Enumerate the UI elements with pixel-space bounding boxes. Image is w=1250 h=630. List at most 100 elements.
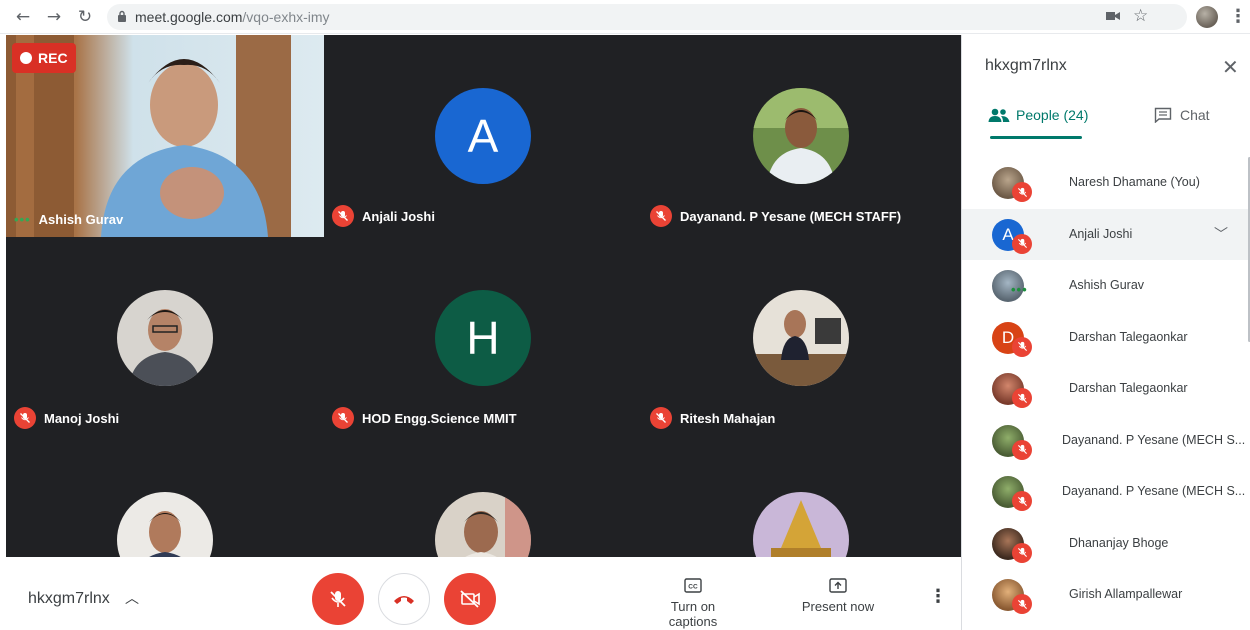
- microphone-toggle-button[interactable]: [312, 573, 364, 625]
- back-arrow-icon[interactable]: ←: [14, 8, 32, 26]
- participant-photo: [753, 492, 849, 557]
- participant-tile[interactable]: Manoj Joshi: [6, 237, 324, 439]
- participant-tile[interactable]: Ritesh Mahajan: [642, 237, 960, 439]
- mic-off-icon: [1012, 542, 1032, 563]
- participant-list-item[interactable]: D Darshan Talegaonkar: [962, 312, 1250, 364]
- participant-list-item[interactable]: Darshan Talegaonkar: [962, 363, 1250, 415]
- leave-call-button[interactable]: [378, 573, 430, 625]
- mic-off-icon: [332, 205, 354, 227]
- present-screen-icon: [829, 578, 847, 593]
- mic-off-icon: [650, 205, 672, 227]
- forward-arrow-icon[interactable]: →: [45, 8, 63, 26]
- meeting-details-button[interactable]: hkxgm7rlnx: [28, 590, 110, 608]
- participant-name-label: Dayanand. P Yesane (MECH STAFF): [650, 205, 901, 227]
- mic-off-icon: [1012, 594, 1032, 614]
- chevron-up-icon[interactable]: ︿: [125, 588, 139, 608]
- close-icon[interactable]: ✕: [1222, 55, 1239, 79]
- participant-tile[interactable]: [6, 439, 324, 557]
- participant-avatar: H: [435, 290, 531, 386]
- participant-avatar: A: [435, 88, 531, 184]
- mic-off-icon: [1012, 233, 1032, 254]
- participant-name-label: HOD Engg.Science MMIT: [332, 407, 517, 429]
- svg-text:CC: CC: [688, 584, 698, 591]
- tab-chat[interactable]: Chat: [1154, 107, 1210, 123]
- lock-icon: [118, 10, 126, 22]
- speaking-indicator-icon: •••: [1011, 282, 1028, 297]
- participants-list: Naresh Dhamane (You) A Anjali Joshi ﹀ ••…: [962, 157, 1250, 621]
- participant-name: HOD Engg.Science MMIT: [362, 410, 517, 426]
- tab-chat-label: Chat: [1180, 107, 1210, 123]
- chat-icon: [1154, 107, 1172, 123]
- participant-photo: [435, 492, 531, 557]
- captions-button[interactable]: CC Turn on captions: [645, 578, 741, 629]
- tab-people[interactable]: People (24): [988, 107, 1088, 123]
- participant-list-item[interactable]: Dayanand. P Yesane (MECH S...: [962, 466, 1250, 518]
- participant-list-item[interactable]: A Anjali Joshi ﹀: [962, 208, 1250, 260]
- recording-dot-icon: [20, 52, 32, 64]
- mic-off-icon: [14, 407, 36, 429]
- participant-photo: [117, 492, 213, 557]
- speaking-indicator-icon: •••: [14, 212, 31, 227]
- participant-name-label: Manoj Joshi: [14, 407, 119, 429]
- participant-name: Dayanand. P Yesane (MECH STAFF): [680, 208, 902, 224]
- participant-name: Darshan Talegaonkar: [1069, 329, 1188, 344]
- participant-name-label: ••• Ashish Gurav: [14, 212, 123, 227]
- participant-name: Ashish Gurav: [1069, 278, 1145, 292]
- participant-name: Naresh Dhamane (You): [1069, 175, 1200, 189]
- mic-off-icon: [1012, 491, 1032, 511]
- chevron-down-icon[interactable]: ﹀: [1214, 224, 1228, 244]
- people-panel: hkxgm7rlnx ✕ People (24) Chat Naresh Dha…: [961, 35, 1250, 630]
- profile-avatar[interactable]: [1196, 6, 1218, 28]
- url-text: meet.google.com/vqo-exhx-imy: [135, 9, 330, 25]
- participant-photo: [753, 88, 849, 184]
- participant-name: Darshan Talegaonkar: [1069, 381, 1188, 395]
- participant-list-item[interactable]: Girish Allampallewar: [962, 569, 1250, 621]
- mic-off-icon: [1012, 439, 1032, 460]
- participant-name: Dayanand. P Yesane (MECH S...: [1062, 484, 1246, 498]
- mic-off-icon: [1012, 182, 1032, 202]
- active-tab-indicator: [990, 136, 1082, 139]
- camera-toggle-button[interactable]: [444, 573, 496, 625]
- meeting-grid: REC ••• Ashish Gurav A Anjali Joshi Daya…: [6, 35, 961, 557]
- meeting-controls-bar: hkxgm7rlnx ︿ CC Turn on captions Present…: [0, 558, 960, 630]
- participant-tile[interactable]: H HOD Engg.Science MMIT: [324, 237, 642, 439]
- participant-name-label: Ritesh Mahajan: [650, 407, 775, 429]
- bookmark-star-icon[interactable]: ☆: [1133, 6, 1148, 26]
- people-icon: [988, 108, 1010, 122]
- participant-name: Dayanand. P Yesane (MECH S...: [1062, 432, 1246, 447]
- participant-tile[interactable]: Dayanand. P Yesane (MECH STAFF): [642, 35, 960, 237]
- participant-list-item[interactable]: Dhananjay Bhoge: [962, 518, 1250, 570]
- browser-toolbar: ← → ↻ meet.google.com/vqo-exhx-imy ☆ ⋮: [0, 0, 1250, 34]
- present-now-button[interactable]: Present now: [801, 578, 875, 614]
- camera-off-icon: [460, 590, 480, 608]
- participant-list-item[interactable]: Naresh Dhamane (You): [962, 157, 1250, 209]
- recording-label: REC: [38, 50, 68, 66]
- participant-name: Anjali Joshi: [1069, 226, 1133, 241]
- reload-icon[interactable]: ↻: [76, 8, 94, 26]
- recording-badge: REC: [12, 43, 76, 73]
- panel-title: hkxgm7rlnx: [985, 57, 1067, 74]
- more-options-icon[interactable]: ⋮: [929, 586, 947, 607]
- participant-name: Anjali Joshi: [362, 208, 435, 224]
- participant-name: Ashish Gurav: [38, 212, 124, 227]
- participant-tile[interactable]: [324, 439, 642, 557]
- participant-list-item[interactable]: Dayanand. P Yesane (MECH S...: [962, 415, 1250, 467]
- participant-photo: [753, 290, 849, 386]
- participant-name: Dhananjay Bhoge: [1069, 535, 1169, 550]
- hang-up-icon: [394, 596, 414, 604]
- mic-off-icon: [1012, 336, 1032, 357]
- mic-off-icon: [1012, 388, 1032, 408]
- participant-photo: [117, 290, 213, 386]
- mic-off-icon: [332, 407, 354, 429]
- participant-name: Girish Allampallewar: [1069, 587, 1183, 601]
- address-bar[interactable]: meet.google.com/vqo-exhx-imy: [107, 4, 1187, 30]
- participant-name: Manoj Joshi: [44, 410, 120, 426]
- participant-tile[interactable]: [642, 439, 960, 557]
- tab-people-label: People (24): [1016, 107, 1089, 123]
- participant-tile[interactable]: REC ••• Ashish Gurav: [6, 35, 324, 237]
- browser-menu-icon[interactable]: ⋮: [1229, 6, 1247, 27]
- participant-name-label: Anjali Joshi: [332, 205, 435, 227]
- participant-tile[interactable]: A Anjali Joshi: [324, 35, 642, 237]
- camera-icon[interactable]: [1106, 10, 1120, 22]
- participant-list-item[interactable]: ••• Ashish Gurav: [962, 260, 1250, 312]
